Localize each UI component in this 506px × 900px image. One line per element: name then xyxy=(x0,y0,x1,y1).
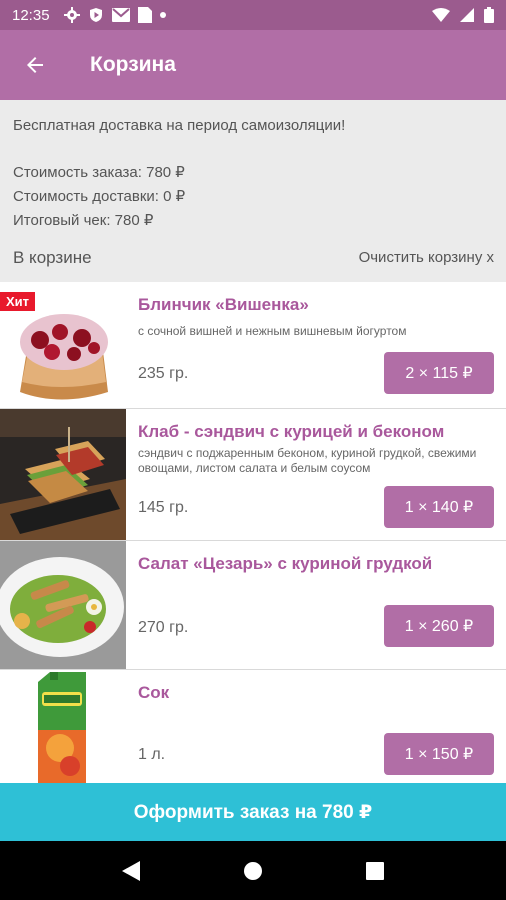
cart-list[interactable]: Хит Блинчик «Вишенка» с сочной вишней и … xyxy=(0,282,506,783)
list-item[interactable]: Салат «Цезарь» с куриной грудкой 270 гр.… xyxy=(0,541,506,670)
quantity-button[interactable]: 1 × 150 ₽ xyxy=(384,733,494,775)
system-nav-bar xyxy=(0,841,506,900)
settings-icon xyxy=(63,7,80,23)
item-weight: 270 гр. xyxy=(138,619,189,636)
hit-badge: Хит xyxy=(0,292,36,311)
item-image xyxy=(0,409,126,540)
nav-home-icon[interactable] xyxy=(243,861,263,881)
battery-icon xyxy=(484,7,494,23)
quantity-button[interactable]: 1 × 140 ₽ xyxy=(384,486,494,528)
item-name: Блинчик «Вишенка» xyxy=(138,295,309,314)
quantity-button[interactable]: 2 × 115 ₽ xyxy=(384,352,494,394)
item-weight: 235 гр. xyxy=(138,365,189,382)
item-description: с сочной вишней и нежным вишневым йогурт… xyxy=(138,324,407,338)
nav-recents-icon[interactable] xyxy=(366,861,385,880)
item-image xyxy=(0,541,126,669)
delivery-cost: Стоимость доставки: 0 ₽ xyxy=(13,188,186,205)
cart-summary: Бесплатная доставка на период самоизоляц… xyxy=(0,100,506,282)
item-description: сэндвич с поджаренным беконом, куриной г… xyxy=(138,446,477,475)
item-weight: 1 л. xyxy=(138,746,166,763)
quantity-button[interactable]: 1 × 260 ₽ xyxy=(384,605,494,647)
in-cart-heading: В корзине xyxy=(13,248,92,267)
item-name: Сок xyxy=(138,683,170,702)
wifi-icon xyxy=(432,8,450,22)
status-bar: 12:35 xyxy=(0,0,506,30)
item-name: Клаб - сэндвич с курицей и беконом xyxy=(138,422,445,441)
checkout-button[interactable]: Оформить заказ на 780 ₽ xyxy=(0,783,506,841)
list-item[interactable]: Хит Блинчик «Вишенка» с сочной вишней и … xyxy=(0,282,506,409)
mail-icon xyxy=(111,8,130,22)
order-cost: Стоимость заказа: 780 ₽ xyxy=(13,164,185,181)
page-title: Корзина xyxy=(90,53,176,76)
list-item[interactable]: Клаб - сэндвич с курицей и беконом сэндв… xyxy=(0,409,506,541)
sim-card-icon xyxy=(137,7,152,23)
item-name: Салат «Цезарь» с куриной грудкой xyxy=(138,554,433,573)
status-time: 12:35 xyxy=(12,6,50,24)
signal-icon xyxy=(460,8,474,22)
notification-dot-icon xyxy=(159,12,166,18)
clear-cart-button[interactable]: Очистить корзину x xyxy=(359,249,494,266)
total-cost: Итоговый чек: 780 ₽ xyxy=(13,212,154,229)
back-button[interactable] xyxy=(0,30,70,100)
item-image xyxy=(0,670,126,783)
promo-text: Бесплатная доставка на период самоизоляц… xyxy=(13,117,346,134)
shield-play-icon xyxy=(89,8,102,22)
app-bar: Корзина xyxy=(0,30,506,100)
nav-back-icon[interactable] xyxy=(121,860,140,881)
list-item[interactable]: Сок 1 л. 1 × 150 ₽ xyxy=(0,670,506,783)
arrow-back-icon xyxy=(27,57,43,73)
item-weight: 145 гр. xyxy=(138,499,189,516)
